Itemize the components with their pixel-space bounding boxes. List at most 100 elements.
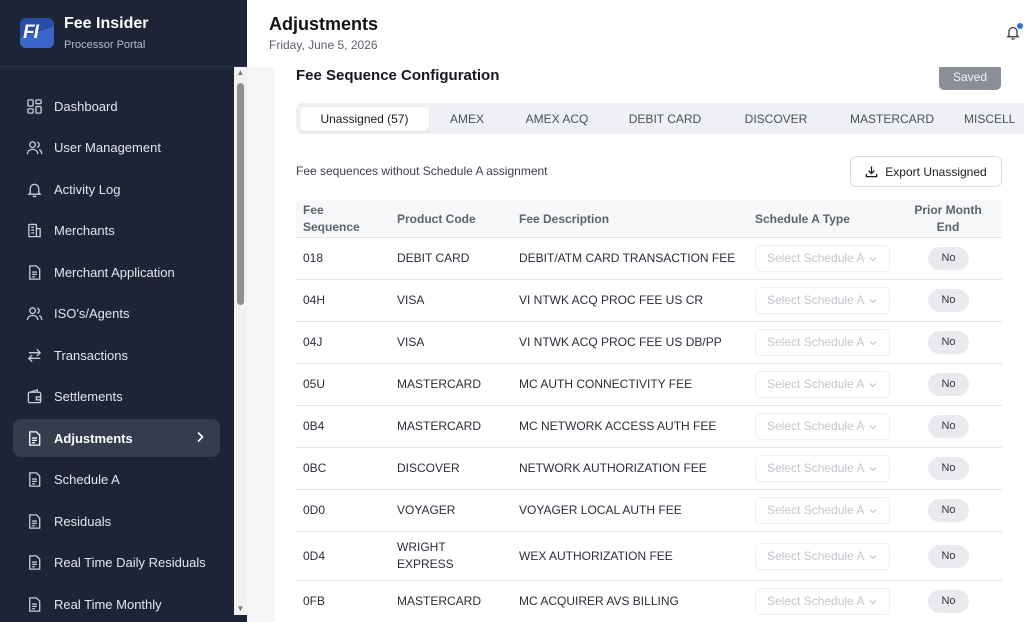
prior-month-end-toggle[interactable]: No [928, 331, 969, 354]
schedule-a-select[interactable]: Select Schedule A [755, 329, 890, 356]
sidebar-nav: Dashboard User Management Activity Log M… [0, 67, 234, 615]
select-placeholder: Select Schedule A [767, 377, 865, 391]
tab-unassigned[interactable]: Unassigned (57) [300, 107, 429, 131]
select-placeholder: Select Schedule A [767, 251, 865, 265]
document-icon [29, 596, 41, 612]
brand-logo: FI [20, 18, 54, 48]
schedule-a-select[interactable]: Select Schedule A [755, 371, 890, 398]
saved-button[interactable]: Saved [939, 67, 1001, 90]
sidebar-item-schedule-a[interactable]: Schedule A [13, 460, 220, 498]
sidebar-item-dashboard[interactable]: Dashboard [13, 87, 220, 125]
prior-month-end-toggle[interactable]: No [928, 247, 969, 270]
schedule-a-select[interactable]: Select Schedule A [755, 588, 890, 615]
table-header: Fee Sequence Product Code Fee Descriptio… [296, 200, 1002, 238]
sidebar-item-real-time-monthly[interactable]: Real Time Monthly [13, 585, 220, 615]
schedule-a-select[interactable]: Select Schedule A [755, 497, 890, 524]
prior-month-end-toggle[interactable]: No [928, 415, 969, 438]
export-button-label: Export Unassigned [885, 164, 987, 179]
column-header-fee-description[interactable]: Fee Description [519, 200, 751, 238]
product-code-cell: VISA [397, 293, 425, 307]
tab-mastercard[interactable]: MASTERCARD [836, 107, 948, 131]
brand-title: Fee Insider [64, 15, 149, 32]
sidebar-item-transactions[interactable]: Transactions [13, 336, 220, 374]
table-row: 05U MASTERCARD MC AUTH CONNECTIVITY FEE … [296, 364, 1002, 406]
scroll-down-arrow-icon[interactable]: ▼ [234, 603, 247, 615]
tab-debit-card[interactable]: DEBIT CARD [618, 107, 712, 131]
fee-sequence-cell: 0B4 [303, 419, 325, 433]
chevron-down-icon [869, 600, 877, 605]
chevron-down-icon [869, 509, 877, 514]
column-header-product-code[interactable]: Product Code [397, 200, 515, 238]
section-description: Fee sequences without Schedule A assignm… [296, 164, 548, 178]
schedule-a-select[interactable]: Select Schedule A [755, 245, 890, 272]
fee-description-cell: MC NETWORK ACCESS AUTH FEE [519, 419, 717, 433]
export-unassigned-button[interactable]: Export Unassigned [850, 156, 1002, 187]
schedule-a-select[interactable]: Select Schedule A [755, 413, 890, 440]
fee-description-cell: VOYAGER LOCAL AUTH FEE [519, 503, 682, 517]
fee-description-cell: MC AUTH CONNECTIVITY FEE [519, 377, 693, 391]
fee-sequence-panel: Fee Sequence Configuration Saved Unassig… [275, 67, 1024, 622]
section-title: Fee Sequence Configuration [296, 67, 500, 84]
schedule-a-select[interactable]: Select Schedule A [755, 542, 890, 570]
sidebar-item-real-time-daily-residuals[interactable]: Real Time Daily Residuals [13, 543, 220, 581]
page-header: Adjustments Friday, June 5, 2026 [247, 0, 1024, 67]
sidebar-item-settlements[interactable]: Settlements [13, 377, 220, 415]
schedule-a-select[interactable]: Select Schedule A [755, 287, 890, 314]
column-header-fee-sequence[interactable]: Fee Sequence [303, 200, 365, 238]
select-placeholder: Select Schedule A [767, 461, 865, 475]
fee-description-cell: WEX AUTHORIZATION FEE [519, 548, 673, 563]
scrollbar-thumb[interactable] [237, 83, 244, 305]
chevron-down-icon [869, 299, 877, 304]
chevron-down-icon [869, 467, 877, 472]
fee-sequence-cell: 04J [303, 335, 323, 349]
sidebar-item-label: Adjustments [54, 430, 133, 446]
sidebar: FI Fee Insider Processor Portal Dashboar… [0, 0, 247, 622]
prior-month-end-toggle[interactable]: No [928, 499, 969, 522]
sidebar-item-residuals[interactable]: Residuals [13, 502, 220, 540]
document-icon [29, 554, 41, 570]
prior-month-end-toggle[interactable]: No [928, 590, 969, 613]
wallet-icon [27, 388, 42, 403]
brand: FI Fee Insider Processor Portal [0, 0, 247, 67]
sidebar-item-isos-agents[interactable]: ISO's/Agents [13, 294, 220, 332]
schedule-a-select[interactable]: Select Schedule A [755, 455, 890, 482]
fee-sequence-table: Fee Sequence Product Code Fee Descriptio… [296, 200, 1002, 622]
product-code-cell: DEBIT CARD [397, 251, 470, 265]
fee-sequence-cell: 018 [303, 251, 324, 265]
prior-month-end-toggle[interactable]: No [928, 289, 969, 312]
prior-month-end-toggle[interactable]: No [928, 373, 969, 396]
fee-description-cell: DEBIT/ATM CARD TRANSACTION FEE [519, 251, 736, 265]
column-header-prior-month-end[interactable]: Prior Month End [908, 200, 988, 238]
tab-amex[interactable]: AMEX [436, 107, 498, 131]
sidebar-item-user-management[interactable]: User Management [13, 128, 220, 166]
sidebar-item-label: Activity Log [54, 181, 121, 197]
sidebar-item-activity-log[interactable]: Activity Log [13, 170, 220, 208]
select-placeholder: Select Schedule A [767, 503, 865, 517]
sidebar-item-merchant-application[interactable]: Merchant Application [13, 253, 220, 291]
users-icon [26, 306, 43, 320]
sidebar-scrollbar[interactable]: ▲ ▼ [234, 67, 247, 615]
fee-description-cell: NETWORK AUTHORIZATION FEE [519, 461, 707, 475]
tab-discover[interactable]: DISCOVER [734, 107, 818, 131]
sidebar-item-merchants[interactable]: Merchants [13, 211, 220, 249]
brand-logo-text: FI [23, 22, 39, 43]
tab-miscellaneous[interactable]: MISCELL [964, 107, 1024, 131]
bell-icon [27, 183, 42, 197]
select-placeholder: Select Schedule A [767, 419, 865, 433]
select-placeholder: Select Schedule A [767, 594, 865, 608]
sidebar-item-label: Real Time Monthly [54, 596, 162, 612]
tab-amex-acq[interactable]: AMEX ACQ [513, 107, 601, 131]
sidebar-item-label: ISO's/Agents [54, 305, 130, 321]
brand-subtitle: Processor Portal [64, 39, 146, 51]
fee-sequence-cell: 04H [303, 293, 326, 307]
scroll-up-arrow-icon[interactable]: ▲ [234, 67, 247, 79]
select-placeholder: Select Schedule A [767, 335, 865, 349]
column-header-schedule-a-type[interactable]: Schedule A Type [755, 200, 891, 238]
sidebar-item-adjustments[interactable]: Adjustments [13, 419, 220, 457]
sidebar-footer [0, 615, 247, 622]
table-row: 0D4 WRIGHT EXPRESS WEX AUTHORIZATION FEE… [296, 532, 1002, 581]
product-code-cell: DISCOVER [397, 461, 460, 475]
prior-month-end-toggle[interactable]: No [928, 544, 969, 568]
notification-dot [1017, 23, 1023, 29]
prior-month-end-toggle[interactable]: No [928, 457, 969, 480]
